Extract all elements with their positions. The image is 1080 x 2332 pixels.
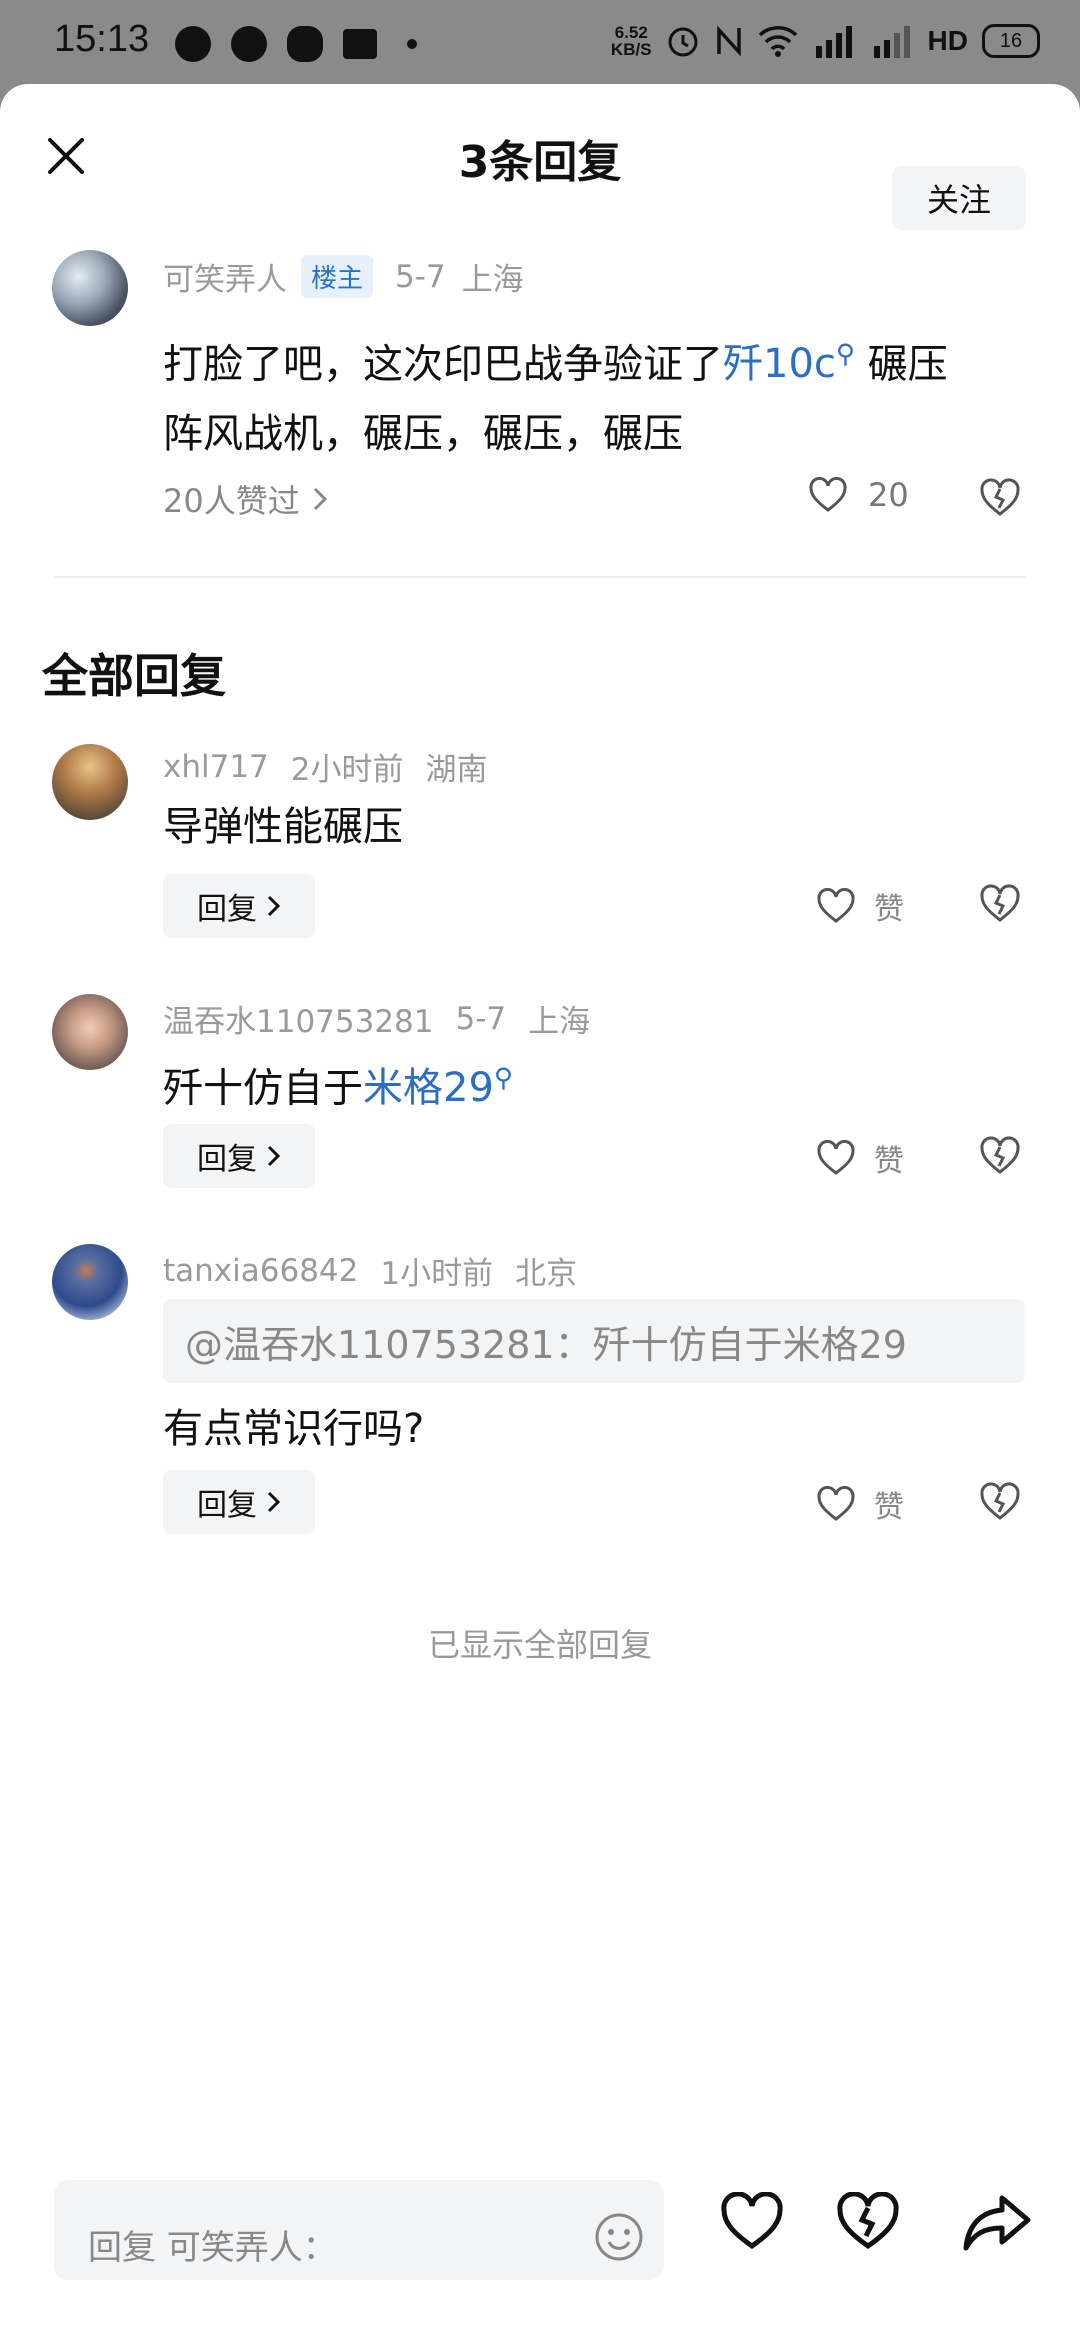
like-count: 20: [868, 476, 909, 514]
status-time: 15:13: [54, 18, 150, 60]
topic-link[interactable]: 米格29⚲: [363, 1064, 513, 1111]
comment-meta: 可笑弄人 楼主 5-7 上海: [163, 254, 524, 299]
status-bar: 15:13 6.52 KB/S HD 16: [0, 0, 1080, 86]
notification-app-icon: [175, 26, 211, 62]
like-label: 赞: [874, 1144, 904, 1179]
signal-4g-icon: [815, 26, 852, 58]
chevron-right-icon: [313, 487, 327, 511]
end-of-replies-note: 已显示全部回复: [427, 1626, 652, 1664]
reply-time: 5-7: [455, 1000, 507, 1037]
chevron-right-icon: [267, 1491, 281, 1513]
dislike-button[interactable]: [978, 478, 1022, 522]
comment-location: 上海: [461, 262, 524, 298]
emoji-icon[interactable]: [594, 2212, 644, 2262]
broken-heart-icon: [980, 1482, 1020, 1520]
avatar[interactable]: [52, 1244, 128, 1320]
battery-level: 16: [999, 29, 1023, 52]
avatar[interactable]: [52, 994, 128, 1070]
heart-icon: [721, 2192, 783, 2250]
broken-heart-icon: [980, 478, 1020, 516]
avatar[interactable]: [52, 250, 128, 326]
reply-time: 1小时前: [380, 1256, 494, 1292]
username[interactable]: 可笑弄人: [163, 254, 287, 299]
reply-input[interactable]: 回复 可笑弄人：: [54, 2180, 664, 2280]
search-icon: ⚲: [493, 1064, 513, 1094]
reply-button[interactable]: 回复: [163, 874, 315, 938]
likers-link[interactable]: 20人赞过: [163, 476, 330, 522]
hd-label: HD: [927, 25, 968, 56]
reply-sheet: 3条回复 可笑弄人 楼主 5-7 上海 关注 打脸了吧，这次印巴战争验证了歼10…: [0, 84, 1080, 2332]
reply-time: 2小时前: [290, 752, 404, 788]
author-badge: 楼主: [301, 255, 374, 298]
baidu-paw-icon: [287, 26, 323, 62]
reply-button[interactable]: 回复: [163, 1124, 315, 1188]
like-button[interactable]: 赞: [816, 1482, 904, 1526]
reply-location: 上海: [528, 1004, 591, 1040]
comment-text: 打脸了吧，这次印巴战争验证了歼10c⚲ 碾压 阵风战机，碾压，碾压，碾压: [163, 340, 948, 458]
heart-icon: [817, 1486, 855, 1521]
reply-text: 有点常识行吗?: [163, 1406, 425, 1452]
broken-heart-icon: [837, 2192, 899, 2250]
wifi-icon: [758, 26, 797, 57]
broken-heart-icon: [980, 1136, 1020, 1174]
like-label: 赞: [874, 1490, 904, 1525]
comment-date: 5-7: [395, 258, 446, 295]
more-notifications-dot: [407, 39, 417, 49]
notification-icons: [175, 26, 417, 62]
news-app-icon: [343, 29, 377, 59]
like-post-button[interactable]: [720, 2192, 784, 2256]
section-title: 全部回复: [42, 649, 226, 703]
reply-meta: xhl717 2小时前 湖南: [163, 744, 488, 789]
topic-link[interactable]: 歼10c⚲: [723, 340, 855, 387]
reply-meta: tanxia66842 1小时前 北京: [163, 1248, 577, 1293]
username[interactable]: 温吞水110753281: [163, 996, 434, 1041]
dislike-post-button[interactable]: [836, 2192, 900, 2256]
like-label: 赞: [874, 892, 904, 927]
username[interactable]: xhl717: [163, 749, 269, 785]
reply-text: 歼十仿自于米格29⚲: [163, 1064, 513, 1112]
message-icon: [231, 26, 267, 62]
dislike-button[interactable]: [978, 1482, 1022, 1526]
share-icon: [963, 2195, 1031, 2251]
follow-button[interactable]: 关注: [892, 166, 1026, 230]
reply-location: 北京: [515, 1256, 578, 1292]
status-indicators: 6.52 KB/S HD 16: [611, 24, 1040, 58]
broken-heart-icon: [980, 884, 1020, 922]
dislike-button[interactable]: [978, 1136, 1022, 1180]
reply-input-placeholder: 回复 可笑弄人：: [88, 2228, 337, 2268]
reply-location: 湖南: [425, 752, 488, 788]
reply-meta: 温吞水110753281 5-7 上海: [163, 996, 590, 1041]
reply-button[interactable]: 回复: [163, 1470, 315, 1534]
heart-icon: [817, 1140, 855, 1175]
alarm-icon: [668, 27, 698, 57]
like-button[interactable]: 赞: [816, 884, 904, 928]
dislike-button[interactable]: [978, 884, 1022, 928]
like-button[interactable]: 20: [808, 476, 909, 514]
divider: [54, 576, 1026, 578]
share-button[interactable]: [962, 2192, 1031, 2256]
network-speed: 6.52 KB/S: [610, 23, 652, 59]
reply-text: 导弹性能碾压: [163, 804, 403, 850]
heart-icon: [817, 888, 855, 923]
quoted-reply: @温吞水110753281：歼十仿自于米格29: [163, 1299, 1025, 1383]
heart-icon: [809, 477, 847, 512]
like-button[interactable]: 赞: [816, 1136, 904, 1180]
chevron-right-icon: [267, 895, 281, 917]
signal-5g-icon: [873, 26, 910, 58]
avatar[interactable]: [52, 744, 128, 820]
likers-count-text: 20人赞过: [163, 482, 300, 520]
username[interactable]: tanxia66842: [163, 1253, 358, 1289]
chevron-right-icon: [267, 1145, 281, 1167]
nfc-icon: [716, 25, 741, 57]
battery-icon: 16: [982, 24, 1040, 58]
search-icon: ⚲: [835, 340, 855, 370]
